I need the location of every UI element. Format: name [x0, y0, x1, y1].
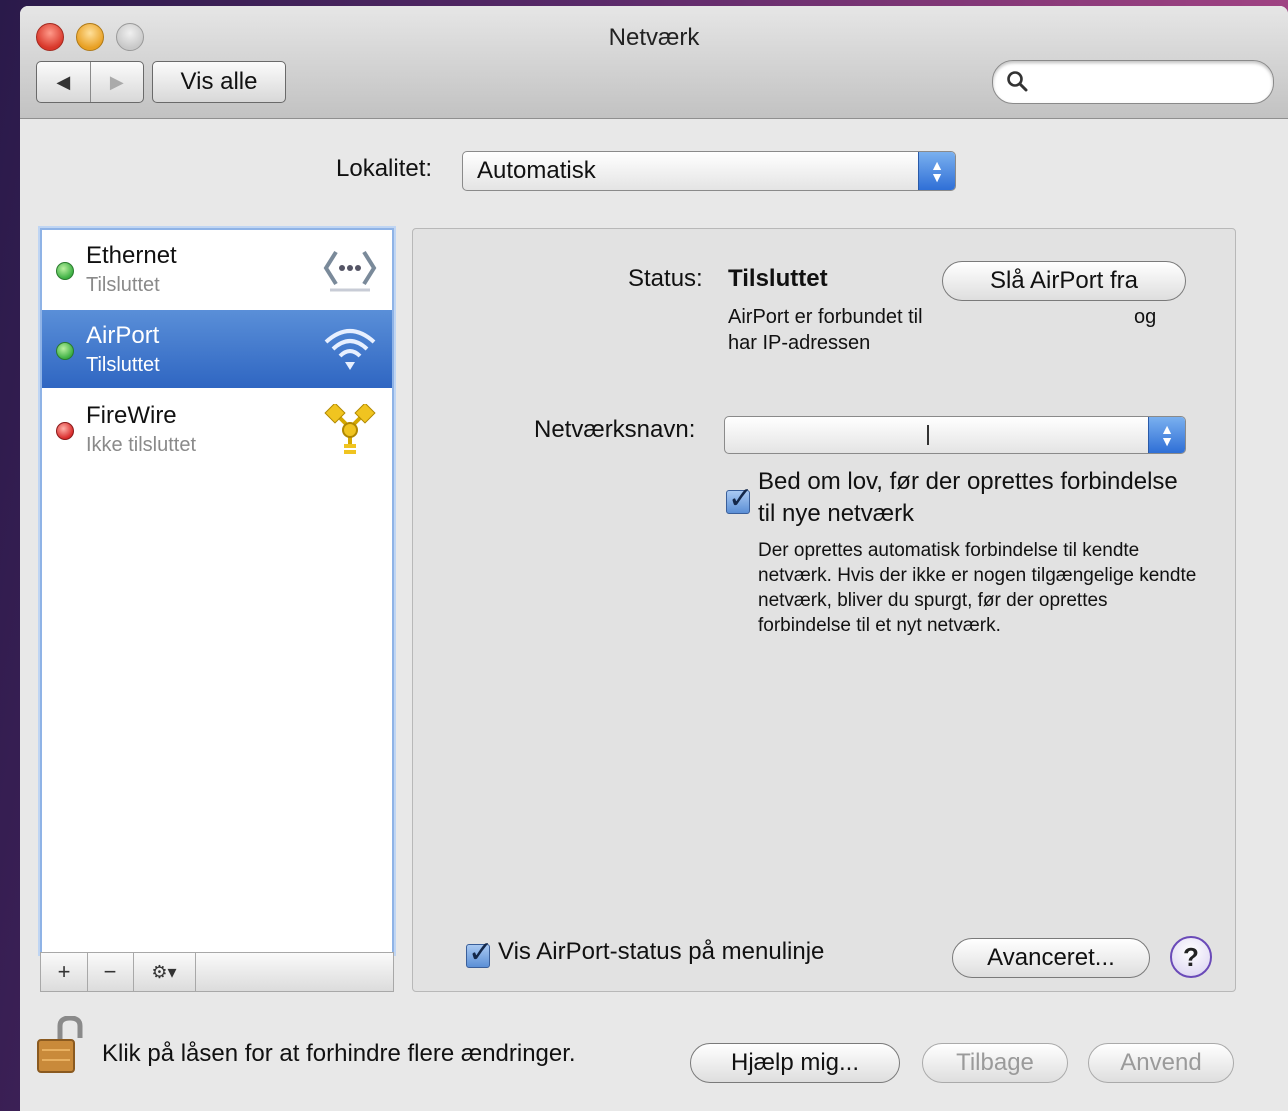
- service-name: AirPort: [86, 322, 160, 349]
- ask-to-join-label: Bed om lov, før der oprettes forbindelse…: [758, 468, 1178, 527]
- checkmark-icon: ✓: [728, 482, 754, 515]
- add-service-button[interactable]: +: [41, 953, 88, 991]
- window-title: Netværk: [608, 24, 700, 51]
- location-label: Lokalitet:: [336, 155, 433, 182]
- network-name-label: Netværksnavn:: [534, 416, 696, 443]
- help-button[interactable]: ?: [1170, 936, 1212, 978]
- service-status: Tilsluttet: [86, 354, 160, 376]
- apply-button[interactable]: Anvend: [1088, 1043, 1234, 1083]
- service-list: Ethernet Tilsluttet AirPort Tilsluttet F…: [40, 228, 394, 954]
- popup-arrows-icon: ▲ ▼: [1148, 417, 1185, 453]
- show-all-button[interactable]: Vis alle: [152, 61, 286, 103]
- connection-info-line1: AirPort er forbundet til: [728, 306, 923, 328]
- gear-menu-button[interactable]: ⚙▾: [133, 953, 196, 991]
- show-status-checkbox[interactable]: ✓: [466, 936, 493, 969]
- ask-to-join-checkbox[interactable]: ✓: [726, 482, 753, 515]
- service-item-airport[interactable]: AirPort Tilsluttet: [42, 310, 392, 388]
- status-dot-green-icon: [56, 262, 74, 280]
- service-item-firewire[interactable]: FireWire Ikke tilsluttet: [42, 390, 392, 468]
- show-status-label: Vis AirPort-status på menulinje: [498, 938, 825, 965]
- remove-service-button[interactable]: −: [87, 953, 134, 991]
- network-name-popup[interactable]: ▲ ▼: [724, 416, 1186, 454]
- title-bar: Netværk ◀ ▶ Vis alle: [20, 6, 1288, 119]
- status-value: Tilsluttet: [728, 265, 828, 292]
- back-forward-control: ◀ ▶: [36, 61, 144, 103]
- turn-airport-off-button[interactable]: Slå AirPort fra: [942, 261, 1186, 301]
- assist-me-button[interactable]: Hjælp mig...: [690, 1043, 900, 1083]
- search-icon: [1005, 69, 1029, 99]
- status-label: Status:: [628, 265, 703, 292]
- service-item-ethernet[interactable]: Ethernet Tilsluttet: [42, 230, 392, 308]
- service-status: Tilsluttet: [86, 274, 160, 296]
- connection-info-og: og: [1134, 306, 1157, 328]
- ethernet-icon: [322, 244, 378, 294]
- service-name: FireWire: [86, 402, 177, 429]
- popup-arrows-icon: ▲ ▼: [918, 152, 955, 190]
- advanced-button[interactable]: Avanceret...: [952, 938, 1150, 978]
- revert-button[interactable]: Tilbage: [922, 1043, 1068, 1083]
- status-dot-red-icon: [56, 422, 74, 440]
- service-list-toolbar: + − ⚙▾: [40, 952, 394, 992]
- status-dot-green-icon: [56, 342, 74, 360]
- lock-icon[interactable]: [36, 1015, 84, 1076]
- wifi-icon: [322, 324, 378, 374]
- lock-message: Klik på låsen for at forhindre flere ænd…: [102, 1040, 576, 1067]
- firewire-icon: [322, 402, 378, 454]
- text-cursor: [927, 425, 929, 445]
- location-value: Automatisk: [477, 157, 596, 184]
- ask-to-join-description: Der oprettes automatisk forbindelse til …: [758, 540, 1197, 636]
- checkmark-icon: ✓: [468, 936, 494, 969]
- back-button[interactable]: ◀: [37, 62, 90, 102]
- forward-button[interactable]: ▶: [89, 62, 144, 102]
- location-popup[interactable]: Automatisk ▲ ▼: [462, 151, 956, 191]
- connection-info-line2: har IP-adressen: [728, 332, 871, 354]
- service-status: Ikke tilsluttet: [86, 434, 197, 456]
- search-field[interactable]: [992, 60, 1274, 104]
- service-name: Ethernet: [86, 242, 177, 269]
